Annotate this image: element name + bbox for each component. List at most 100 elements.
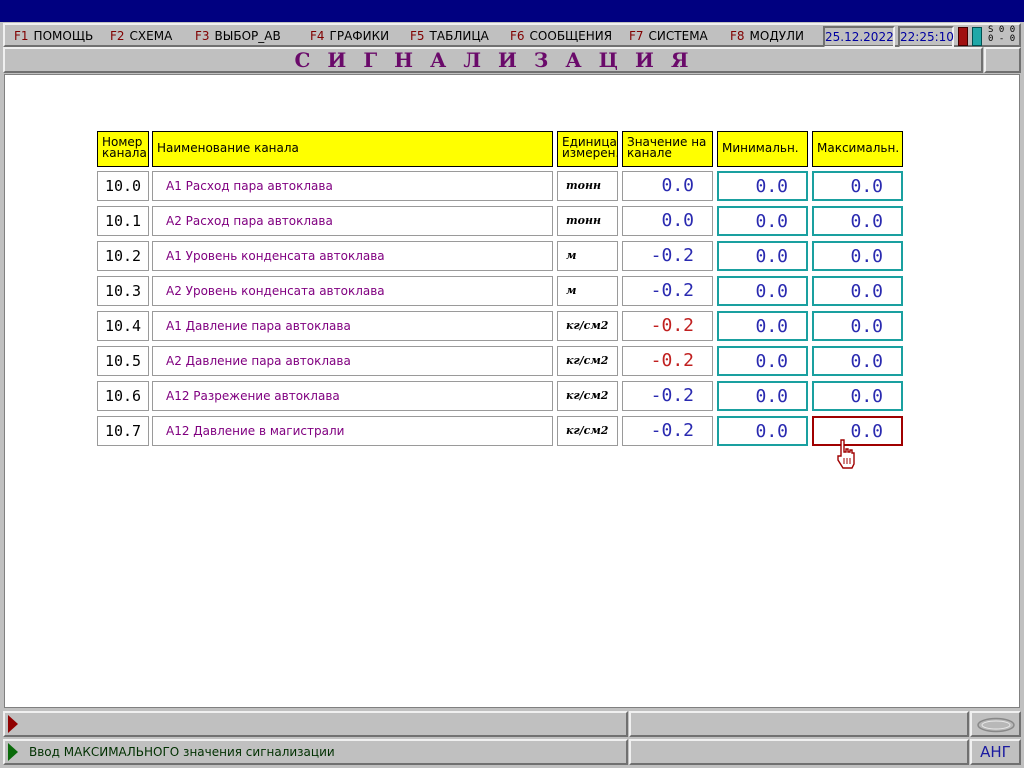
glyph: 0 (988, 34, 994, 44)
language-indicator[interactable]: АНГ (970, 739, 1021, 765)
min-limit-field[interactable]: 0.0 (717, 416, 808, 446)
menu-label: ВЫБОР_АВ (214, 29, 281, 43)
channel-name: А1 Давление пара автоклава (152, 311, 553, 341)
menu-item-help[interactable]: F1 ПОМОЩЬ (14, 25, 93, 49)
date-display: 25.12.2022 (823, 26, 895, 48)
channel-number: 10.6 (97, 381, 149, 411)
message-arrow-icon (6, 742, 20, 766)
channel-value: -0.2 (622, 241, 713, 271)
channel-value-alarm: -0.2 (622, 346, 713, 376)
time-text: 22:25:10 (900, 30, 954, 44)
channel-number: 10.0 (97, 171, 149, 201)
glyph: 0 (1009, 34, 1016, 44)
max-limit-field[interactable]: 0.0 (812, 381, 903, 411)
menu-key: F2 (110, 29, 125, 43)
min-limit-field[interactable]: 0.0 (717, 346, 808, 376)
channel-unit: м (557, 241, 618, 271)
page-title-box: СИГНАЛИЗАЦИЯ (3, 47, 983, 73)
menu-key: F3 (195, 29, 210, 43)
alarm-arrow-icon (6, 714, 20, 738)
language-label: АНГ (980, 743, 1011, 761)
menu-label: МОДУЛИ (749, 29, 805, 43)
menu-key: F7 (629, 29, 644, 43)
status-bar-upper (3, 711, 628, 737)
channel-value-alarm: -0.2 (622, 311, 713, 341)
min-limit-field[interactable]: 0.0 (717, 171, 808, 201)
menu-label: СХЕМА (129, 29, 173, 43)
menu-item-modules[interactable]: F8 МОДУЛИ (730, 25, 804, 49)
channel-value: 0.0 (622, 206, 713, 236)
menu-item-system[interactable]: F7 СИСТЕМА (629, 25, 708, 49)
channel-value: -0.2 (622, 276, 713, 306)
menu-label: СИСТЕМА (648, 29, 708, 43)
channel-unit: м (557, 276, 618, 306)
menu-key: F4 (310, 29, 325, 43)
status-bar-lower-middle (629, 739, 969, 765)
max-limit-field[interactable]: 0.0 (812, 311, 903, 341)
header-unit: Единица измерен. (557, 131, 618, 167)
menu-item-scheme[interactable]: F2 СХЕМА (110, 25, 172, 49)
channel-name: А2 Расход пара автоклава (152, 206, 553, 236)
channel-name: А2 Уровень конденсата автоклава (152, 276, 553, 306)
header-text: Номер канала (102, 135, 147, 160)
menu-label: ГРАФИКИ (329, 29, 390, 43)
header-text: Значение на канале (627, 135, 707, 160)
channel-value: -0.2 (622, 416, 713, 446)
menu-item-table[interactable]: F5 ТАБЛИЦА (410, 25, 489, 49)
min-limit-field[interactable]: 0.0 (717, 241, 808, 271)
header-text: Наименование канала (157, 141, 299, 155)
menu-item-messages[interactable]: F6 СООБЩЕНИЯ (510, 25, 612, 49)
status-message: Ввод МАКСИМАЛЬНОГО значения сигнализации (29, 745, 335, 759)
menu-key: F1 (14, 29, 29, 43)
max-limit-field[interactable]: 0.0 (812, 241, 903, 271)
channel-number: 10.5 (97, 346, 149, 376)
channel-unit: кг/см2 (557, 416, 618, 446)
header-text: Максимальн. (817, 141, 900, 155)
channel-unit: кг/см2 (557, 311, 618, 341)
header-min: Минимальн. (717, 131, 808, 167)
header-channel-number: Номер канала (97, 131, 149, 167)
channel-number: 10.7 (97, 416, 149, 446)
menu-key: F6 (510, 29, 525, 43)
min-limit-field[interactable]: 0.0 (717, 311, 808, 341)
header-text: Единица измерен. (562, 135, 618, 160)
window-title-bar (0, 0, 1024, 22)
status-bar-upper-right (970, 711, 1021, 737)
title-row: СИГНАЛИЗАЦИЯ (3, 47, 1021, 73)
max-limit-field[interactable]: 0.0 (812, 171, 903, 201)
title-side-panel (984, 47, 1021, 73)
page-title: СИГНАЛИЗАЦИЯ (294, 48, 706, 72)
max-limit-field[interactable]: 0.0 (812, 346, 903, 376)
channel-unit: кг/см2 (557, 346, 618, 376)
max-limit-field[interactable]: 0.0 (812, 276, 903, 306)
time-display: 22:25:10 (898, 26, 954, 48)
channel-value: 0.0 (622, 171, 713, 201)
channel-number: 10.3 (97, 276, 149, 306)
menu-key: F5 (410, 29, 425, 43)
min-limit-field[interactable]: 0.0 (717, 206, 808, 236)
status-bar-upper-middle (629, 711, 969, 737)
alarm-indicator-teal (972, 27, 982, 46)
menu-key: F8 (730, 29, 745, 43)
channel-number: 10.2 (97, 241, 149, 271)
header-channel-name: Наименование канала (152, 131, 553, 167)
menu-item-graphs[interactable]: F4 ГРАФИКИ (310, 25, 389, 49)
menu-label: ТАБЛИЦА (429, 29, 489, 43)
status-indicator-glyphs: S 0 0 0 - 0 (988, 26, 1018, 48)
min-limit-field[interactable]: 0.0 (717, 276, 808, 306)
channel-unit: тонн (557, 171, 618, 201)
date-text: 25.12.2022 (825, 30, 894, 44)
min-limit-field[interactable]: 0.0 (717, 381, 808, 411)
ellipse-icon (976, 717, 1016, 737)
channel-unit: тонн (557, 206, 618, 236)
menu-item-select-autoclave[interactable]: F3 ВЫБОР_АВ (195, 25, 281, 49)
channel-name: А1 Уровень конденсата автоклава (152, 241, 553, 271)
menu-label: СООБЩЕНИЯ (529, 29, 613, 43)
channel-name: А1 Расход пара автоклава (152, 171, 553, 201)
max-limit-field-selected[interactable]: 0.0 (812, 416, 903, 446)
channel-number: 10.4 (97, 311, 149, 341)
alarm-indicator-red (958, 27, 968, 46)
max-limit-field[interactable]: 0.0 (812, 206, 903, 236)
channel-name: А12 Разрежение автоклава (152, 381, 553, 411)
header-max: Максимальн. (812, 131, 903, 167)
